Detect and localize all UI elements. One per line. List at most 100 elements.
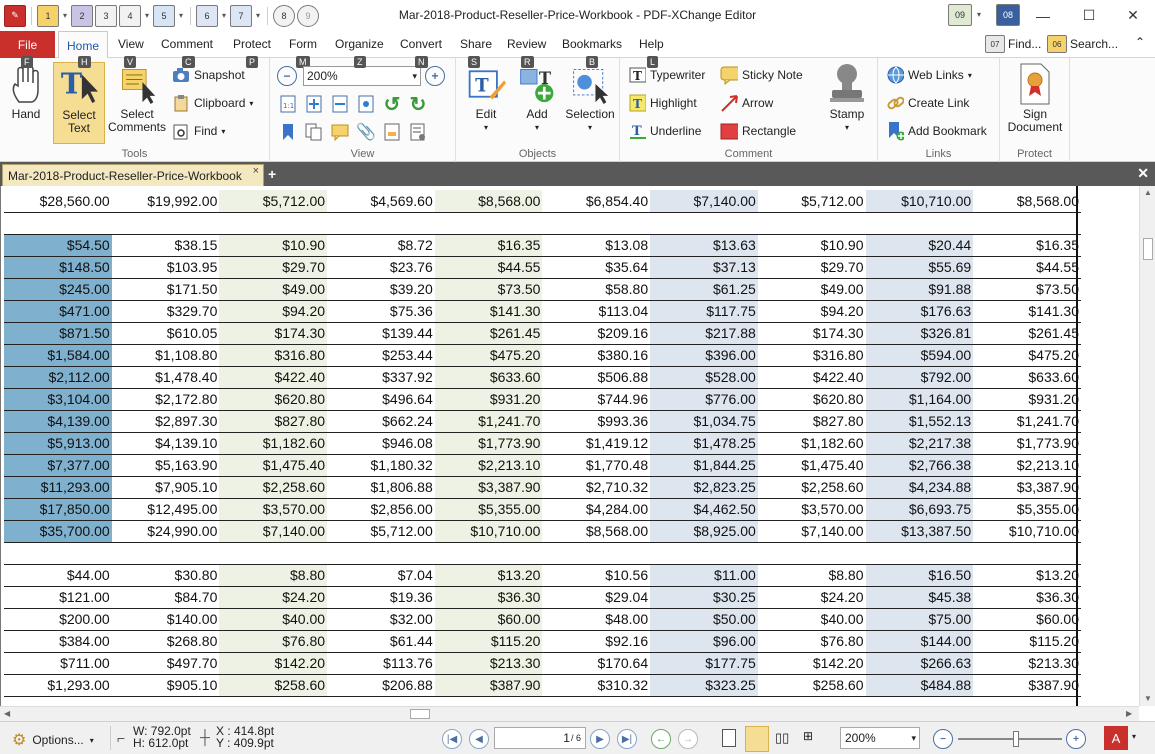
highlight-button[interactable]: T Highlight: [628, 92, 697, 114]
properties-pane-icon[interactable]: [408, 122, 428, 142]
continuous-page-icon[interactable]: [745, 726, 769, 752]
chevron-down-icon[interactable]: ▾: [254, 11, 262, 20]
tab-share[interactable]: Share: [460, 37, 492, 51]
scroll-left-icon[interactable]: ◀: [4, 709, 10, 718]
open-icon[interactable]: 1: [37, 4, 59, 27]
tab-convert[interactable]: Convert: [400, 37, 442, 51]
sticky-note-button[interactable]: Sticky Note: [720, 64, 803, 86]
create-link-button[interactable]: Create Link: [886, 92, 969, 114]
minimize-button[interactable]: —: [1020, 0, 1066, 31]
next-view-button[interactable]: →: [678, 729, 698, 749]
chevron-down-icon[interactable]: ▾: [61, 11, 69, 20]
facing-pages-icon[interactable]: ▯▯: [775, 730, 789, 746]
edit-button[interactable]: T Edit ▾: [460, 62, 512, 134]
options-button[interactable]: ⚙ Options... ▾: [12, 730, 94, 750]
horizontal-scroll-thumb[interactable]: [410, 709, 430, 719]
signatures-pane-icon[interactable]: [382, 122, 402, 142]
document-tab[interactable]: Mar-2018-Product-Reseller-Price-Workbook…: [2, 164, 264, 186]
print-icon[interactable]: 3: [95, 4, 117, 27]
first-page-button[interactable]: |◀: [442, 729, 462, 749]
layout-icon[interactable]: 08: [996, 4, 1020, 26]
select-text-button[interactable]: T Select Text: [53, 62, 105, 144]
maximize-button[interactable]: ☐: [1066, 0, 1112, 31]
previous-page-button[interactable]: ◀: [469, 729, 489, 749]
tab-comment[interactable]: Comment: [161, 37, 213, 51]
close-tab-icon[interactable]: ×: [253, 165, 259, 177]
comments-pane-icon[interactable]: [330, 122, 350, 142]
find-button[interactable]: 07 Find...: [985, 35, 1041, 53]
scroll-right-icon[interactable]: ▶: [1126, 709, 1132, 718]
tab-home[interactable]: Home: [58, 31, 108, 59]
chevron-down-icon[interactable]: ▾: [975, 10, 983, 19]
horizontal-scrollbar[interactable]: ◀ ▶: [0, 706, 1139, 721]
zoom-select[interactable]: 200% ▾: [303, 66, 421, 86]
rotate-right-icon[interactable]: ↻: [408, 94, 428, 116]
actual-size-icon[interactable]: 1:1: [278, 94, 298, 114]
hand-button[interactable]: Hand: [4, 62, 48, 121]
app-logo-icon[interactable]: ✎: [4, 4, 26, 27]
previous-view-icon[interactable]: 8: [273, 4, 295, 27]
continuous-facing-icon[interactable]: ⊞: [803, 729, 813, 743]
tab-bookmarks[interactable]: Bookmarks: [562, 37, 622, 51]
clipboard-button[interactable]: Clipboard ▾: [172, 92, 253, 114]
collapse-ribbon-icon[interactable]: ⌃: [1135, 35, 1145, 49]
scroll-down-icon[interactable]: ▼: [1144, 694, 1152, 703]
chevron-down-icon[interactable]: ▾: [220, 11, 228, 20]
chevron-down-icon[interactable]: ▾: [177, 11, 185, 20]
status-zoom-in-button[interactable]: +: [1066, 729, 1086, 749]
sign-document-button[interactable]: Sign Document: [1004, 62, 1066, 134]
tab-review[interactable]: Review: [507, 37, 546, 51]
zoom-in-button[interactable]: +: [425, 66, 445, 86]
last-page-button[interactable]: ▶|: [617, 729, 637, 749]
bookmarks-pane-icon[interactable]: [278, 122, 298, 142]
underline-button[interactable]: T Underline: [628, 120, 701, 142]
single-page-icon[interactable]: [722, 729, 736, 747]
add-button[interactable]: T Add ▾: [512, 62, 562, 134]
rectangle-button[interactable]: Rectangle: [720, 120, 796, 142]
fit-width-icon[interactable]: [330, 94, 350, 114]
selection-button[interactable]: Selection ▾: [562, 62, 618, 134]
pages-pane-icon[interactable]: [304, 122, 324, 142]
email-icon[interactable]: 5: [153, 4, 175, 27]
tab-form[interactable]: Form: [289, 37, 317, 51]
scan-icon[interactable]: 4: [119, 4, 141, 27]
new-tab-icon[interactable]: +: [268, 166, 276, 182]
close-all-icon[interactable]: ✕: [1137, 165, 1149, 182]
status-zoom-out-button[interactable]: −: [933, 729, 953, 749]
page-number-field[interactable]: 1 / 6: [494, 727, 586, 749]
status-zoom-select[interactable]: 200% ▾: [840, 727, 920, 749]
vertical-scroll-thumb[interactable]: [1143, 238, 1153, 260]
vertical-scrollbar[interactable]: ▲ ▼: [1139, 186, 1155, 706]
web-links-button[interactable]: Web Links ▾: [886, 64, 972, 86]
save-icon[interactable]: 2: [71, 4, 93, 27]
next-page-button[interactable]: ▶: [590, 729, 610, 749]
redo-icon[interactable]: 7: [230, 4, 252, 27]
typewriter-button[interactable]: T Typewriter: [628, 64, 705, 86]
attachments-pane-icon[interactable]: 📎: [356, 122, 376, 142]
zoom-slider[interactable]: [958, 738, 1062, 740]
add-bookmark-button[interactable]: Add Bookmark: [886, 120, 987, 142]
tab-help[interactable]: Help: [639, 37, 664, 51]
undo-icon[interactable]: 6: [196, 4, 218, 27]
ui-options-icon[interactable]: 09: [948, 4, 972, 26]
zoom-out-button[interactable]: −: [277, 66, 297, 86]
chevron-down-icon[interactable]: ▾: [143, 11, 151, 20]
next-view-icon[interactable]: 9: [297, 4, 319, 27]
document-view[interactable]: $28,560.00 $19,992.00 $5,712.00 $4,569.60 $8…: [0, 186, 1139, 706]
zoom-slider-thumb[interactable]: [1013, 731, 1019, 747]
stamp-button[interactable]: Stamp ▾: [820, 62, 874, 134]
select-comments-button[interactable]: Select Comments: [106, 62, 168, 134]
file-menu[interactable]: File: [0, 31, 55, 58]
tab-protect[interactable]: Protect: [233, 37, 271, 51]
arrow-button[interactable]: Arrow: [720, 92, 773, 114]
search-button[interactable]: 06 Search...: [1047, 35, 1118, 53]
fit-visible-icon[interactable]: [356, 94, 376, 114]
chevron-down-icon[interactable]: ▾: [1132, 732, 1136, 741]
close-button[interactable]: ✕: [1110, 0, 1155, 31]
find-tool-button[interactable]: Find ▾: [172, 120, 225, 142]
rotate-left-icon[interactable]: ↺: [382, 94, 402, 116]
scroll-up-icon[interactable]: ▲: [1144, 188, 1152, 197]
tab-view[interactable]: View: [118, 37, 144, 51]
previous-view-button[interactable]: ←: [651, 729, 671, 749]
pdf-logo-icon[interactable]: A: [1104, 726, 1128, 750]
